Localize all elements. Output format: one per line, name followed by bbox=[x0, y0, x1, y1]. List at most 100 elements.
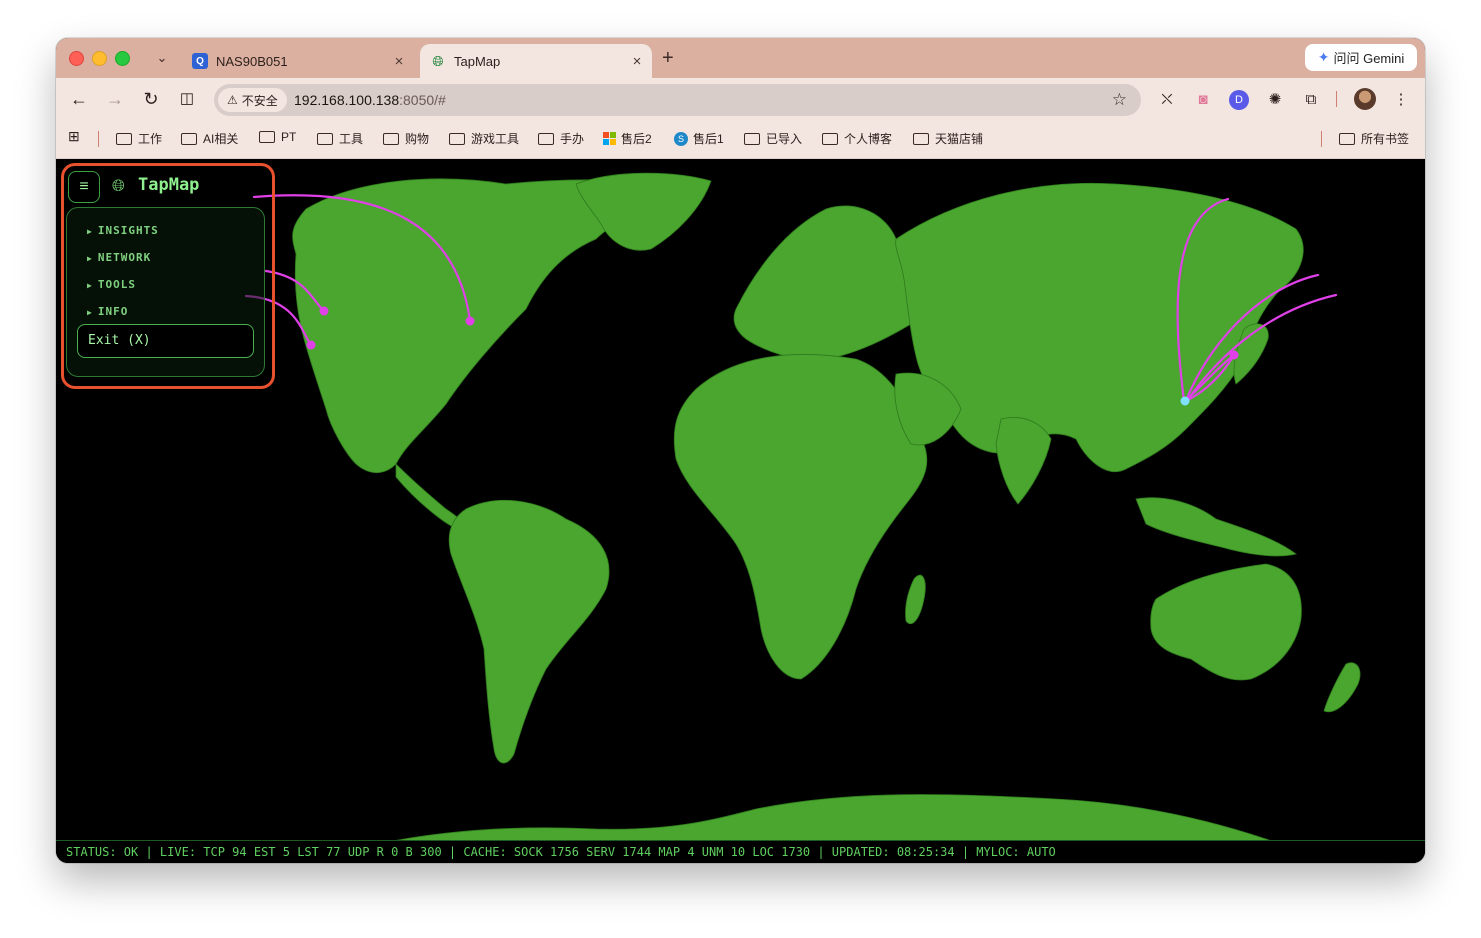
folder-icon bbox=[181, 132, 197, 145]
sea-islands-landmass bbox=[1135, 497, 1297, 557]
folder-icon bbox=[822, 132, 838, 145]
extension-pink-icon[interactable]: ◙ bbox=[1193, 90, 1213, 110]
more-menu-icon[interactable]: ⋮ bbox=[1391, 90, 1411, 110]
apps-grid-icon[interactable]: ⊞ bbox=[68, 128, 80, 145]
chatgpt-icon[interactable]: ✺ bbox=[1265, 90, 1285, 110]
madagascar-landmass bbox=[905, 574, 926, 625]
extensions-puzzle-icon[interactable]: ⧉ bbox=[1301, 90, 1321, 110]
tab-list-chevron-icon[interactable]: ⌄ bbox=[152, 48, 172, 68]
new-zealand-landmass bbox=[1323, 662, 1361, 713]
menu-item-insights[interactable]: ▶ INSIGHTS bbox=[87, 224, 159, 237]
tab-tapmap[interactable]: 🌐︎ TapMap × bbox=[420, 44, 652, 78]
tab-title: TapMap bbox=[454, 53, 501, 69]
gemini-button[interactable]: ✦ 问问 Gemini bbox=[1305, 44, 1417, 71]
folder-icon bbox=[116, 132, 132, 145]
minimize-window-button[interactable] bbox=[92, 51, 107, 66]
bookmark-item[interactable]: 天猫店铺 bbox=[913, 130, 983, 147]
folder-icon bbox=[317, 132, 333, 145]
close-window-button[interactable] bbox=[69, 51, 84, 66]
bookmark-label: 手办 bbox=[560, 132, 585, 146]
connection-node[interactable] bbox=[306, 340, 316, 350]
folder-icon bbox=[744, 132, 760, 145]
close-tab-icon[interactable]: × bbox=[390, 53, 408, 70]
india-landmass bbox=[995, 417, 1052, 505]
gemini-label: 问问 Gemini bbox=[1333, 51, 1405, 66]
bookmark-item[interactable]: PT bbox=[259, 130, 296, 144]
address-bar[interactable]: ⚠ 不安全 192.168.100.138:8050/# ☆ bbox=[214, 84, 1141, 116]
globe-icon: 🌐︎ bbox=[432, 52, 444, 69]
url-host: 192.168.100.138 bbox=[294, 92, 400, 108]
browser-window: ⌄ Q NAS90B051 × 🌐︎ TapMap × + ✦ 问问 Gemin… bbox=[56, 38, 1425, 863]
tapmap-page: ≡ 🌐︎ TapMap ▶ INSIGHTS ▶ NETWORK ▶ TOOLS ▶ I… bbox=[56, 159, 1425, 863]
maximize-window-button[interactable] bbox=[115, 51, 130, 66]
security-chip[interactable]: ⚠ 不安全 bbox=[218, 88, 287, 112]
bookmark-label: PT bbox=[281, 130, 297, 144]
app-title: TapMap bbox=[138, 175, 200, 195]
new-tab-button[interactable]: + bbox=[662, 47, 674, 70]
menu-item-label: TOOLS bbox=[97, 278, 136, 291]
bookmark-item[interactable]: 售后2 bbox=[603, 130, 652, 147]
microsoft-icon bbox=[603, 132, 616, 145]
bookmark-label: 工具 bbox=[339, 132, 364, 146]
split-view-icon[interactable]: ◫ bbox=[176, 88, 198, 110]
south-america-landmass bbox=[448, 499, 610, 764]
bookmark-item[interactable]: AI相关 bbox=[181, 130, 238, 147]
bookmark-item[interactable]: 游戏工具 bbox=[449, 130, 519, 147]
profile-avatar[interactable] bbox=[1354, 88, 1376, 110]
connection-node[interactable] bbox=[1229, 350, 1239, 360]
triangle-right-icon: ▶ bbox=[87, 281, 93, 290]
bookmark-item[interactable]: 工作 bbox=[116, 130, 162, 147]
europe-landmass bbox=[733, 205, 913, 361]
menu-item-network[interactable]: ▶ NETWORK bbox=[87, 251, 151, 264]
folder-icon bbox=[259, 131, 275, 143]
toolbar-divider bbox=[1336, 91, 1337, 107]
status-bar: STATUS: OK | LIVE: TCP 94 EST 5 LST 77 U… bbox=[56, 840, 1425, 863]
home-location-node[interactable] bbox=[1180, 396, 1190, 406]
close-tab-icon[interactable]: × bbox=[628, 53, 646, 70]
warning-icon: ⚠ bbox=[227, 93, 238, 107]
menu-item-info[interactable]: ▶ INFO bbox=[87, 305, 128, 318]
bookmark-item[interactable]: S 售后1 bbox=[674, 130, 724, 147]
bookmark-label: 已导入 bbox=[766, 132, 803, 146]
bookmarks-divider bbox=[98, 131, 99, 147]
bookmark-item[interactable]: 个人博客 bbox=[822, 130, 892, 147]
back-arrow-icon[interactable]: ← bbox=[68, 88, 90, 110]
folder-icon bbox=[538, 132, 554, 145]
bookmark-label: 购物 bbox=[405, 132, 430, 146]
connection-node[interactable] bbox=[319, 306, 329, 316]
bookmark-label: 天猫店铺 bbox=[935, 132, 984, 146]
folder-icon bbox=[449, 132, 465, 145]
bookmarks-bar: ⊞ 工作 AI相关 PT 工具 购物 游戏工具 手办 售后2 S 售后1 已导入… bbox=[56, 120, 1425, 159]
all-bookmarks[interactable]: 所有书签 bbox=[1339, 130, 1409, 147]
hamburger-menu-button[interactable]: ≡ bbox=[68, 171, 100, 203]
africa-landmass bbox=[673, 354, 928, 680]
extension-crossed-icon[interactable]: ⛌ bbox=[1157, 90, 1177, 110]
bookmark-item[interactable]: 手办 bbox=[538, 130, 584, 147]
gemini-spark-icon: ✦ bbox=[1317, 49, 1330, 65]
connection-node[interactable] bbox=[465, 316, 475, 326]
bookmark-item[interactable]: 工具 bbox=[317, 130, 363, 147]
bookmark-item[interactable]: 购物 bbox=[383, 130, 429, 147]
sharepoint-icon: S bbox=[674, 131, 688, 146]
forward-arrow-icon[interactable]: → bbox=[104, 88, 126, 110]
bookmark-item[interactable]: 已导入 bbox=[744, 130, 802, 147]
bookmark-star-icon[interactable]: ☆ bbox=[1112, 90, 1127, 110]
url-path: :8050/# bbox=[399, 92, 446, 108]
extension-d-icon[interactable]: D bbox=[1229, 90, 1249, 110]
exit-button[interactable]: Exit (X) bbox=[77, 324, 254, 358]
bookmark-label: AI相关 bbox=[203, 132, 239, 146]
reload-icon[interactable]: ↻ bbox=[140, 88, 162, 110]
menu-item-label: INSIGHTS bbox=[97, 224, 159, 237]
nas-icon: Q bbox=[192, 53, 208, 69]
tab-strip: ⌄ Q NAS90B051 × 🌐︎ TapMap × + ✦ 问问 Gemin… bbox=[56, 38, 1425, 78]
folder-icon bbox=[1339, 132, 1355, 145]
url-text[interactable]: 192.168.100.138:8050/# bbox=[294, 92, 446, 108]
folder-icon bbox=[913, 132, 929, 145]
tab-nas[interactable]: Q NAS90B051 × bbox=[182, 44, 414, 78]
tab-title: NAS90B051 bbox=[216, 53, 288, 69]
australia-landmass bbox=[1150, 563, 1302, 681]
menu-item-tools[interactable]: ▶ TOOLS bbox=[87, 278, 136, 291]
globe-icon: 🌐︎ bbox=[112, 178, 125, 195]
browser-toolbar: ← → ↻ ◫ ⚠ 不安全 192.168.100.138:8050/# ☆ ⛌… bbox=[56, 78, 1425, 120]
bookmark-label: 售后1 bbox=[693, 132, 724, 146]
